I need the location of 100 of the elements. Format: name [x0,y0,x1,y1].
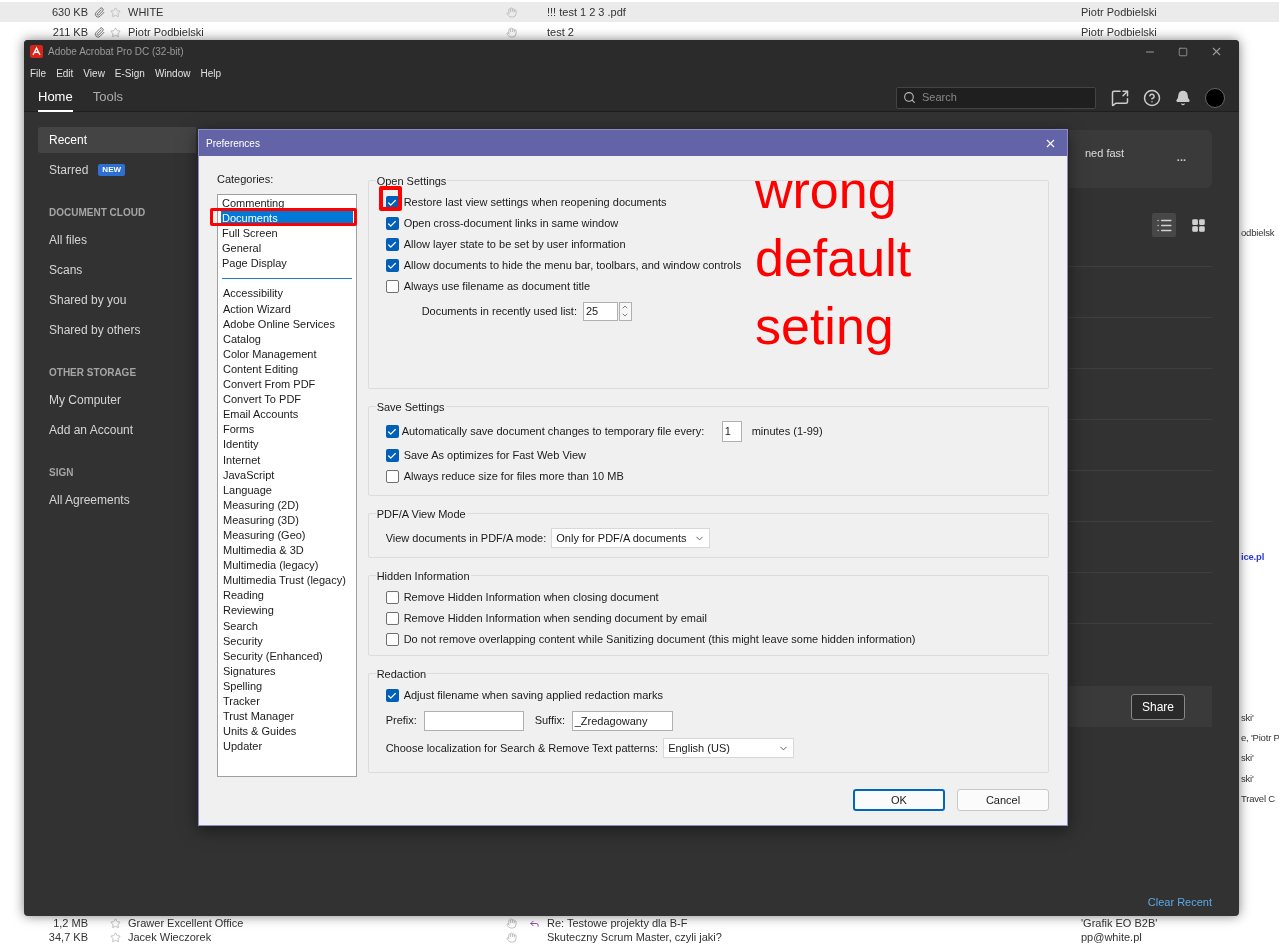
email-link[interactable]: ice.pl [1241,550,1265,564]
sidebar-item[interactable]: Recent [38,127,196,153]
category-item[interactable]: Identity [222,437,352,453]
checkbox[interactable] [385,470,399,483]
category-item[interactable]: Action Wizard [222,301,352,317]
mail-text-fragment: ski' [1241,772,1254,786]
checkbox[interactable] [385,259,399,272]
sidebar-item[interactable]: Add an Account [38,417,196,443]
sidebar-item[interactable]: All Agreements [38,487,196,513]
category-item[interactable]: Reading [222,588,352,604]
checkbox[interactable] [385,425,399,438]
sidebar-item[interactable]: Shared by others [38,317,196,343]
help-icon[interactable] [1143,88,1161,107]
menu-item[interactable]: Window [154,66,191,81]
sender-text: Piotr Podbielski [128,24,205,40]
paperclip-icon [93,26,105,38]
minutes-field[interactable]: 1 [721,421,742,442]
sidebar-item[interactable]: Shared by you [38,287,196,313]
search-input[interactable]: Search [922,89,1072,106]
category-item[interactable]: Multimedia Trust (legacy) [222,573,352,589]
category-item[interactable]: Email Accounts [222,407,352,423]
category-item[interactable]: Tracker [222,694,352,710]
menu-item[interactable]: E-Sign [114,66,145,81]
category-item[interactable]: Internet [222,452,352,468]
star-icon[interactable] [110,26,121,38]
suffix-field[interactable]: _Zredagowany [571,710,673,731]
checkbox[interactable] [385,591,399,604]
share-button[interactable]: Share [1130,693,1185,720]
window-title: Adobe Acrobat Pro DC (32-bit) [48,45,184,59]
number-field[interactable]: 25 [582,301,618,321]
category-item[interactable]: Security [222,633,352,649]
category-item[interactable]: Reviewing [222,603,352,619]
prefix-field[interactable] [423,710,524,731]
search-field[interactable]: Search [896,86,1096,109]
category-item[interactable]: Content Editing [222,361,352,378]
tab[interactable]: Home [38,83,73,112]
category-item[interactable]: JavaScript [222,467,352,483]
list-view-button[interactable] [1152,213,1176,237]
category-item[interactable]: Measuring (Geo) [222,527,352,544]
category-item[interactable]: Units & Guides [222,724,352,740]
category-item[interactable]: Signatures [222,663,352,679]
sidebar-item[interactable]: Scans [38,257,196,283]
checkbox[interactable] [385,280,399,293]
category-item[interactable]: Multimedia (legacy) [222,558,352,574]
menu-item[interactable]: View [83,66,105,81]
checkbox[interactable] [385,449,399,462]
category-item[interactable]: Convert To PDF [222,392,352,408]
category-item[interactable]: Catalog [222,331,352,347]
checkbox[interactable] [385,689,399,702]
field-label: View documents in PDF/A mode: [385,530,547,546]
checkbox-label: Save As optimizes for Fast Web View [403,448,587,464]
category-item[interactable]: Commenting [221,196,353,212]
bell-icon[interactable] [1175,89,1191,106]
spinner-arrows[interactable] [618,301,632,321]
menu-item[interactable]: File [30,66,47,81]
category-item[interactable]: Trust Manager [222,709,352,725]
checkbox-label: Do not remove overlapping content while Sanitizing document (this might leave some hidden information) [403,632,916,648]
dialog-button[interactable]: OK [853,789,945,811]
category-item[interactable]: Color Management [222,346,352,362]
clear-recent-link[interactable]: Clear Recent [1147,893,1212,910]
recipient-text: Piotr Podbielski [1081,4,1157,20]
close-icon[interactable] [1210,45,1223,58]
star-icon[interactable] [110,917,121,929]
category-item[interactable]: Adobe Online Services [222,316,352,332]
share-feedback-icon[interactable] [1111,88,1129,107]
category-item[interactable]: Measuring (2D) [222,497,352,513]
more-menu[interactable]: ... [1176,149,1186,166]
field-label: Choose localization for Search & Remove Text patterns: [385,740,659,756]
checkbox[interactable] [385,612,399,625]
star-icon[interactable] [110,6,121,18]
category-item[interactable]: Spelling [222,678,352,694]
avatar[interactable] [1205,87,1225,108]
category-item[interactable]: Multimedia & 3D [222,543,352,559]
checkbox[interactable] [385,217,399,230]
category-item[interactable]: Security (Enhanced) [222,648,352,664]
star-icon[interactable] [110,931,121,943]
checkbox[interactable] [385,238,399,251]
sidebar-item[interactable]: My Computer [38,387,196,413]
sidebar-item[interactable]: All files [38,227,196,253]
subject-text: Skuteczny Scrum Master, czyli jaki? [547,929,723,944]
category-item[interactable]: Language [222,482,352,498]
category-item[interactable]: Measuring (3D) [222,512,352,528]
category-item[interactable]: Search [222,618,352,634]
category-item[interactable]: Accessibility [222,286,352,302]
sidebar-item[interactable]: Starred NEW [38,157,196,183]
category-item[interactable]: Forms [222,422,352,438]
dropdown[interactable]: Only for PDF/A documents [551,528,711,548]
category-item[interactable]: Full Screen [221,226,353,242]
dropdown[interactable]: English (US) [663,738,795,758]
checkbox[interactable] [385,633,399,646]
category-item[interactable]: General [221,241,353,257]
menu-item[interactable]: Edit [56,66,74,81]
category-item[interactable]: Convert From PDF [222,377,352,393]
mail-row[interactable]: 630 KB WHITE !!! test 1 2 3 .pdf Piotr Podbielski [0,2,1279,22]
tab[interactable]: Tools [92,83,124,112]
maximize-icon[interactable] [1178,46,1188,57]
dialog-button[interactable]: Cancel [957,789,1049,811]
category-item[interactable]: Updater [222,739,352,755]
menu-item[interactable]: Help [200,66,222,81]
category-item[interactable]: Page Display [221,256,353,272]
